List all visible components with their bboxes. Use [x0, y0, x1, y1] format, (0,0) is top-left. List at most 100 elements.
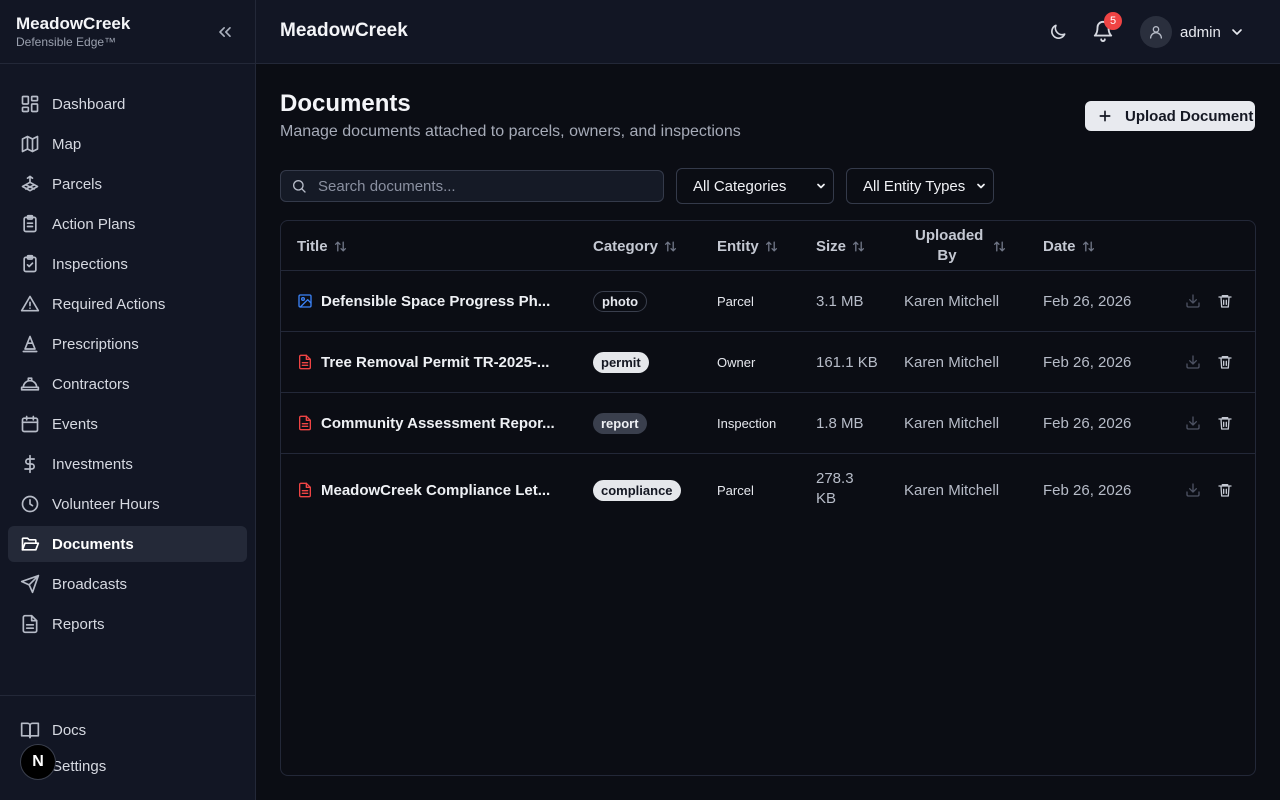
sidebar: MeadowCreek Defensible Edge™ Dashboard M…	[0, 0, 256, 800]
calendar-icon	[20, 414, 40, 434]
sidebar-item-inspections[interactable]: Inspections	[8, 246, 247, 282]
sidebar-item-dashboard[interactable]: Dashboard	[8, 86, 247, 122]
map-icon	[20, 134, 40, 154]
column-header-date[interactable]: Date	[1043, 221, 1095, 271]
category-badge: report	[593, 412, 647, 434]
size-line: 278.3	[816, 470, 854, 487]
sidebar-item-action-plans[interactable]: Action Plans	[8, 206, 247, 242]
trash-icon[interactable]	[1217, 354, 1233, 370]
chevron-down-icon	[975, 180, 987, 192]
documents-table: Title Category Entity Size Uploaded By D…	[280, 220, 1256, 776]
document-title-text: Community Assessment Repor...	[321, 414, 555, 432]
column-label: Size	[816, 237, 847, 255]
user-menu[interactable]: admin	[1140, 16, 1245, 48]
document-title[interactable]: Tree Removal Permit TR-2025-...	[297, 332, 549, 392]
sidebar-item-label: Settings	[52, 757, 107, 775]
sidebar-item-investments[interactable]: Investments	[8, 446, 247, 482]
parcels-icon	[20, 174, 40, 194]
dollar-icon	[20, 454, 40, 474]
sidebar-nav: Dashboard Map Parcels Action Plans Inspe…	[0, 64, 255, 642]
file-text-icon	[20, 614, 40, 634]
dev-tools-badge[interactable]: N	[20, 744, 56, 780]
sort-icon	[1082, 240, 1095, 253]
moon-icon[interactable]	[1048, 22, 1068, 42]
notification-count-badge: 5	[1104, 12, 1122, 30]
date-cell: Feb 26, 2026	[1043, 414, 1132, 432]
category-filter-select[interactable]: All Categories	[676, 168, 834, 204]
sidebar-item-required-actions[interactable]: Required Actions	[8, 286, 247, 322]
trash-icon[interactable]	[1217, 293, 1233, 309]
download-icon[interactable]	[1185, 354, 1201, 370]
size-cell: 1.8 MB	[816, 414, 864, 432]
category-cell: compliance	[593, 454, 681, 526]
brand-name: MeadowCreek	[16, 14, 131, 33]
category-badge: compliance	[593, 479, 681, 501]
document-title[interactable]: Defensible Space Progress Ph...	[297, 271, 550, 331]
download-icon[interactable]	[1185, 293, 1201, 309]
page-title: Documents	[280, 90, 411, 117]
user-name: admin	[1180, 23, 1221, 41]
sidebar-item-label: Required Actions	[52, 295, 166, 313]
download-icon[interactable]	[1185, 482, 1201, 498]
brand: MeadowCreek Defensible Edge™	[0, 0, 255, 64]
column-header-uploaded-by[interactable]: Uploaded By	[915, 221, 1006, 271]
clock-icon	[20, 494, 40, 514]
column-header-entity[interactable]: Entity	[717, 221, 778, 271]
dashboard-icon	[20, 94, 40, 114]
sidebar-item-parcels[interactable]: Parcels	[8, 166, 247, 202]
document-title[interactable]: MeadowCreek Compliance Let...	[297, 454, 550, 526]
table-row[interactable]: Community Assessment Repor... report Ins…	[281, 393, 1255, 454]
sidebar-item-label: Investments	[52, 455, 133, 473]
sidebar-item-label: Docs	[52, 721, 87, 739]
sidebar-item-events[interactable]: Events	[8, 406, 247, 442]
sidebar-item-contractors[interactable]: Contractors	[8, 366, 247, 402]
column-header-size[interactable]: Size	[816, 221, 865, 271]
date-cell: Feb 26, 2026	[1043, 481, 1132, 499]
table-header: Title Category Entity Size Uploaded By D…	[281, 221, 1255, 271]
upload-document-button[interactable]: Upload Document	[1085, 101, 1255, 131]
plus-icon	[1097, 108, 1113, 124]
category-cell: permit	[593, 332, 649, 392]
sidebar-item-label: Volunteer Hours	[52, 495, 160, 513]
sidebar-item-docs[interactable]: Docs	[8, 712, 247, 748]
search-input[interactable]	[318, 177, 638, 195]
sidebar-item-label: Parcels	[52, 175, 103, 193]
entity-type-filter-select[interactable]: All Entity Types	[846, 168, 994, 204]
sidebar-item-prescriptions[interactable]: Prescriptions	[8, 326, 247, 362]
avatar	[1140, 16, 1172, 48]
entity-cell: Owner	[717, 354, 756, 370]
document-title[interactable]: Community Assessment Repor...	[297, 393, 555, 453]
size-cell: 3.1 MB	[816, 292, 864, 310]
table-row[interactable]: Tree Removal Permit TR-2025-... permit O…	[281, 332, 1255, 393]
column-header-title[interactable]: Title	[297, 221, 347, 271]
sidebar-item-documents[interactable]: Documents	[8, 526, 247, 562]
sort-icon	[765, 240, 778, 253]
date-cell: Feb 26, 2026	[1043, 353, 1132, 371]
image-file-icon	[297, 293, 313, 309]
table-row[interactable]: Defensible Space Progress Ph... photo Pa…	[281, 271, 1255, 332]
clipboard-icon	[20, 214, 40, 234]
document-title-text: MeadowCreek Compliance Let...	[321, 481, 551, 499]
collapse-sidebar-icon[interactable]	[215, 22, 235, 42]
category-cell: photo	[593, 271, 648, 331]
trash-icon[interactable]	[1217, 415, 1233, 431]
uploaded-by-cell: Karen Mitchell	[904, 414, 1000, 432]
category-filter-value: All Categories	[693, 177, 787, 195]
sidebar-item-broadcasts[interactable]: Broadcasts	[8, 566, 247, 602]
top-header: MeadowCreek 5 admin	[256, 0, 1280, 64]
uploaded-by-cell: Karen Mitchell	[904, 481, 1000, 499]
column-label: Entity	[717, 237, 759, 255]
sidebar-item-volunteer-hours[interactable]: Volunteer Hours	[8, 486, 247, 522]
column-header-category[interactable]: Category	[593, 221, 677, 271]
entity-cell: Inspection	[717, 415, 777, 431]
table-row[interactable]: MeadowCreek Compliance Let... compliance…	[281, 454, 1255, 526]
download-icon[interactable]	[1185, 415, 1201, 431]
entity-type-filter-value: All Entity Types	[863, 177, 966, 195]
sidebar-item-map[interactable]: Map	[8, 126, 247, 162]
sidebar-item-label: Contractors	[52, 375, 130, 393]
sort-icon	[993, 240, 1006, 253]
trash-icon[interactable]	[1217, 482, 1233, 498]
hard-hat-icon	[20, 374, 40, 394]
document-file-icon	[297, 354, 313, 370]
sidebar-item-reports[interactable]: Reports	[8, 606, 247, 642]
